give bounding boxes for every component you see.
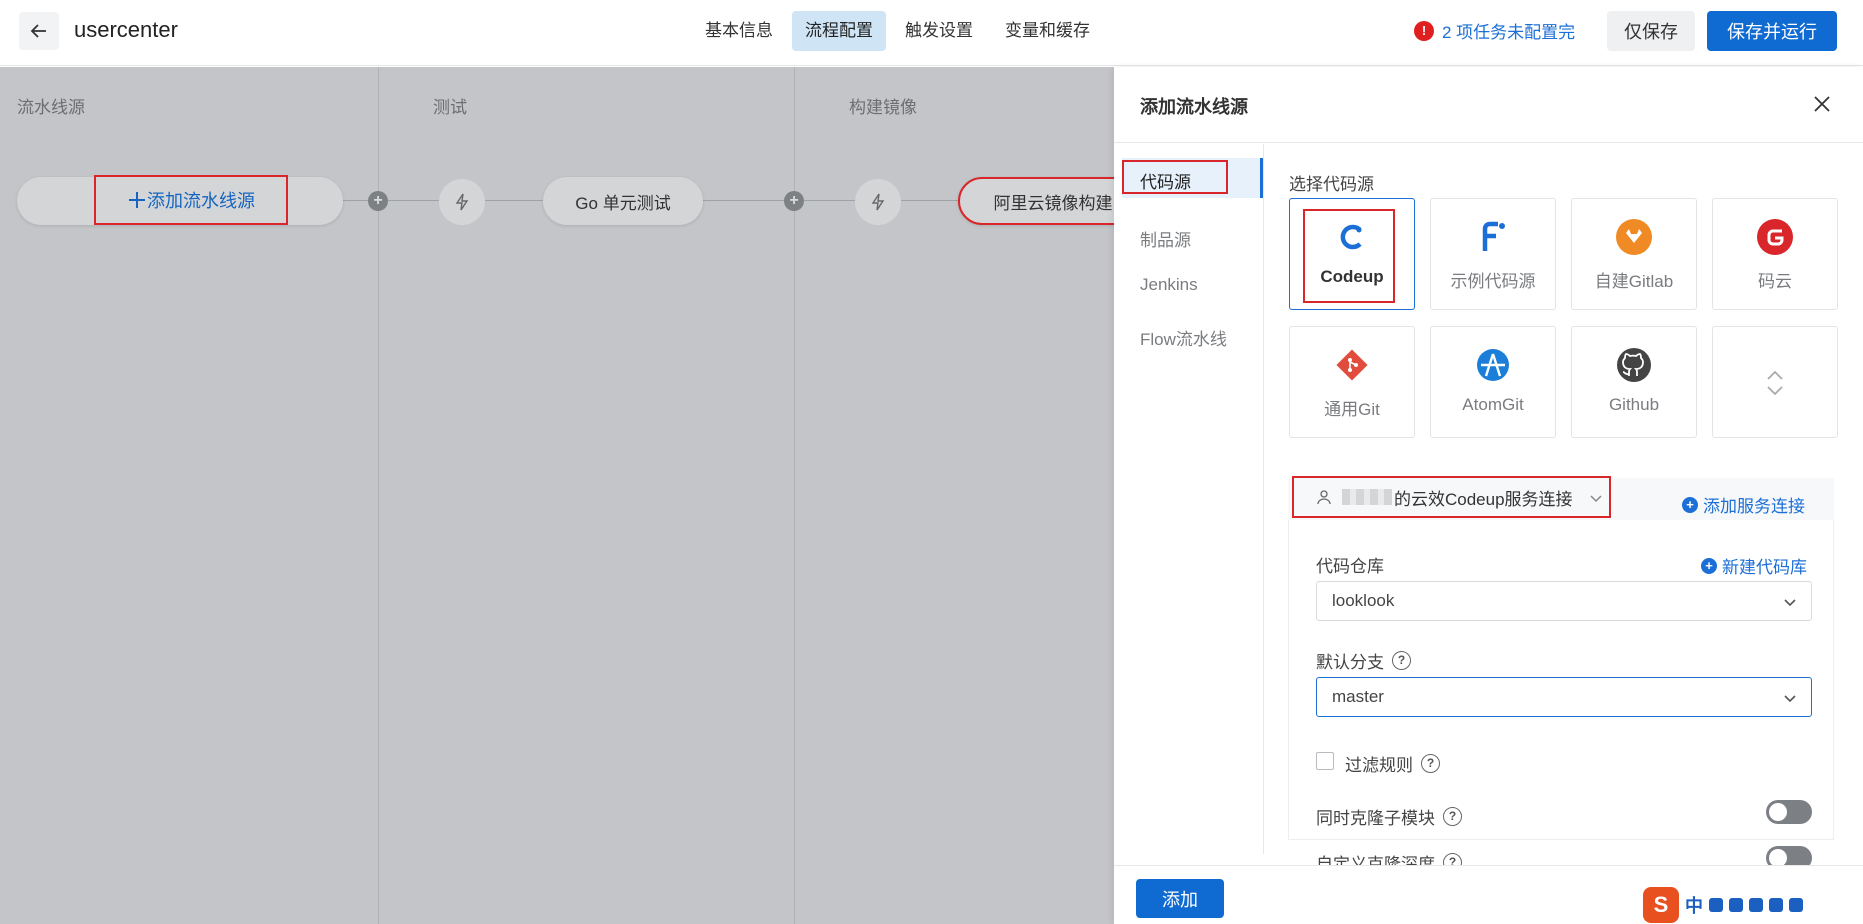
nav-item-artifact-source[interactable]: 制品源 xyxy=(1140,226,1191,251)
submodule-toggle[interactable] xyxy=(1766,800,1812,824)
add-service-connection-link[interactable]: + 添加服务连接 xyxy=(1682,492,1805,517)
source-card-atomgit[interactable]: AtomGit xyxy=(1430,326,1556,438)
sogou-logo-icon: S xyxy=(1643,886,1679,923)
save-and-run-button[interactable]: 保存并运行 xyxy=(1707,11,1837,51)
stage-label-source: 流水线源 xyxy=(17,98,85,117)
source-card-label: 自建Gitlab xyxy=(1594,272,1674,291)
repo-label: 代码仓库 xyxy=(1316,552,1384,577)
add-service-connection-label: 添加服务连接 xyxy=(1703,497,1805,516)
drawer-title: 添加流水线源 xyxy=(1140,97,1248,117)
job-aliyun-image-build[interactable]: 阿里云镜像构建 xyxy=(958,177,1114,225)
user-icon xyxy=(1317,490,1331,505)
branch-value: master xyxy=(1332,687,1384,706)
source-card-github[interactable]: Github xyxy=(1571,326,1697,438)
source-card-gitlab[interactable]: 自建Gitlab xyxy=(1571,198,1697,310)
redacted-text xyxy=(1342,489,1392,505)
ime-tool-icon[interactable] xyxy=(1729,897,1743,912)
gitlab-icon xyxy=(1616,219,1652,255)
add-stage-plus-icon[interactable]: + xyxy=(368,191,388,211)
save-only-button[interactable]: 仅保存 xyxy=(1607,11,1695,51)
plus-circle-icon: + xyxy=(1682,496,1698,513)
close-icon xyxy=(1814,96,1830,112)
close-button[interactable] xyxy=(1807,89,1837,119)
top-header: usercenter 基本信息 流程配置 触发设置 变量和缓存 ! 2 项任务未… xyxy=(0,0,1863,66)
source-card-label: Github xyxy=(1608,395,1660,414)
ime-tool-icon[interactable] xyxy=(1769,897,1783,912)
arrow-left-icon xyxy=(30,24,46,38)
filter-rules-text: 过滤规则 xyxy=(1345,756,1413,775)
add-pipeline-source-button[interactable]: 添加流水线源 xyxy=(94,175,288,225)
ime-tool-icon[interactable] xyxy=(1789,897,1803,912)
source-card-gitee[interactable]: 码云 xyxy=(1712,198,1838,310)
repo-label-text: 代码仓库 xyxy=(1316,557,1384,576)
main-tabs: 基本信息 流程配置 触发设置 变量和缓存 xyxy=(692,11,1103,51)
filter-rules-checkbox[interactable] xyxy=(1316,752,1334,770)
tab-variables-cache[interactable]: 变量和缓存 xyxy=(992,11,1103,51)
service-connection-value: 的云效Codeup服务连接 xyxy=(1394,489,1573,509)
stage-label-test: 测试 xyxy=(433,98,467,117)
plus-icon xyxy=(129,192,145,208)
job-go-unit-test[interactable]: Go 单元测试 xyxy=(543,177,703,225)
incomplete-warning[interactable]: ! 2 项任务未配置完 xyxy=(1414,18,1575,43)
back-button[interactable] xyxy=(19,12,59,50)
incomplete-warning-text: 2 项任务未配置完 xyxy=(1442,23,1576,42)
pipeline-canvas: 流水线源 测试 构建镜像 添加流水线源 + Go 单元测试 + 阿里云镜像构建 xyxy=(0,67,1114,924)
lightning-icon[interactable] xyxy=(855,179,901,225)
branch-label-text: 默认分支 xyxy=(1316,653,1384,672)
repo-value: looklook xyxy=(1332,591,1395,610)
git-icon xyxy=(1334,347,1370,383)
source-card-label: 通用Git xyxy=(1324,400,1380,419)
tab-flow-config[interactable]: 流程配置 xyxy=(792,11,886,51)
branch-select[interactable]: master xyxy=(1316,677,1812,717)
source-card-sample[interactable]: 示例代码源 xyxy=(1430,198,1556,310)
nav-item-flow-pipeline[interactable]: Flow流水线 xyxy=(1140,325,1227,350)
chevron-down-icon xyxy=(1784,599,1796,607)
warning-icon: ! xyxy=(1414,20,1434,41)
filter-rules-label: 过滤规则 ? xyxy=(1345,751,1440,776)
select-source-label: 选择代码源 xyxy=(1289,175,1374,194)
submodule-text: 同时克隆子模块 xyxy=(1316,809,1435,828)
ime-tool-icon[interactable] xyxy=(1709,897,1723,912)
atomgit-icon xyxy=(1475,347,1511,383)
nav-item-code-source-label: 代码源 xyxy=(1140,173,1191,192)
repo-select[interactable]: looklook xyxy=(1316,581,1812,621)
nav-item-jenkins[interactable]: Jenkins xyxy=(1140,275,1198,295)
submodule-label: 同时克隆子模块 ? xyxy=(1316,804,1462,829)
plus-circle-icon: + xyxy=(1701,557,1717,574)
add-pipeline-source-label: 添加流水线源 xyxy=(147,191,255,211)
source-card-label: 示例代码源 xyxy=(1450,272,1536,291)
expand-icon xyxy=(1757,365,1793,401)
chevron-down-icon xyxy=(1590,495,1602,503)
chevron-down-icon xyxy=(1784,695,1796,703)
stage-label-build-image: 构建镜像 xyxy=(849,98,917,117)
source-card-label: 码云 xyxy=(1758,272,1792,291)
ime-tool-icon[interactable] xyxy=(1749,897,1763,912)
source-card-git[interactable]: 通用Git xyxy=(1289,326,1415,438)
add-button[interactable]: 添加 xyxy=(1136,879,1224,918)
help-icon[interactable]: ? xyxy=(1443,807,1462,826)
tab-basic-info[interactable]: 基本信息 xyxy=(692,11,786,51)
new-repo-label: 新建代码库 xyxy=(1722,558,1807,577)
new-repo-link[interactable]: + 新建代码库 xyxy=(1701,553,1807,578)
highlight-box xyxy=(1303,209,1395,303)
lightning-icon[interactable] xyxy=(439,179,485,225)
gitee-icon xyxy=(1757,219,1793,255)
add-stage-plus-icon[interactable]: + xyxy=(784,191,804,211)
sample-source-icon xyxy=(1475,219,1511,255)
help-icon[interactable]: ? xyxy=(1421,754,1440,773)
help-icon[interactable]: ? xyxy=(1392,651,1411,670)
github-icon xyxy=(1616,347,1652,383)
source-card-label: AtomGit xyxy=(1462,395,1524,414)
tab-trigger-settings[interactable]: 触发设置 xyxy=(892,11,986,51)
ime-toolbar[interactable]: S 中 xyxy=(1643,885,1863,924)
service-connection-select[interactable]: 的云效Codeup服务连接 xyxy=(1292,476,1611,518)
source-card-expand[interactable] xyxy=(1712,326,1838,438)
branch-label: 默认分支 ? xyxy=(1316,648,1411,673)
source-type-nav: 代码源 制品源 Jenkins Flow流水线 xyxy=(1114,144,1264,854)
drawer-header: 添加流水线源 xyxy=(1114,67,1863,143)
ime-mode-text: 中 xyxy=(1685,895,1703,916)
app-title: usercenter xyxy=(74,17,178,42)
